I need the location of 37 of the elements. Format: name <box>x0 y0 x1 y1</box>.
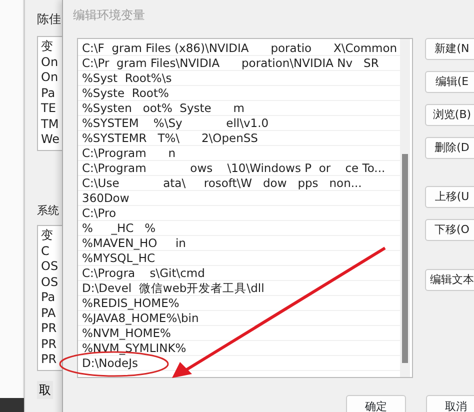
path-entry[interactable]: %MAVEN_HO in <box>78 236 400 251</box>
path-entry[interactable]: C:\F gram Files (x86)\NVIDIA poratio X\Common <box>78 41 400 56</box>
path-entry[interactable]: %SYSTEMR T%\ 2\OpenSS <box>78 131 400 146</box>
scrollbar[interactable] <box>400 39 410 377</box>
dialog-button[interactable]: 浏览(B) <box>425 104 474 126</box>
window-title: 陈佳 <box>37 11 61 28</box>
path-entry[interactable]: %MYSQL_HC <box>78 251 400 266</box>
path-entry[interactable]: C:\Program ows \10\Windows P or ce To... <box>78 161 400 176</box>
path-entry[interactable]: %NVM_SYMLINK% <box>78 341 400 356</box>
cancel-button[interactable]: 取 <box>37 380 53 398</box>
dialog-button[interactable]: 新建(N <box>425 38 474 60</box>
path-entry[interactable]: D:\Devel 微信web开发者工具\dll <box>78 281 400 296</box>
dialog-title: 编辑环境变量 <box>72 7 146 24</box>
path-entry[interactable]: %NVM_HOME% <box>78 326 400 341</box>
path-entry[interactable]: %JAVA8_HOME%\bin <box>78 311 400 326</box>
dialog-button[interactable]: 下移(O <box>425 219 474 241</box>
path-entry[interactable]: C:\Pr gram Files\NVIDIA poration\NVIDIA Nv SR <box>78 56 400 71</box>
dialog-button[interactable]: 编辑文本 <box>425 269 474 291</box>
path-entry[interactable]: %Systen oot% Syste m <box>78 101 400 116</box>
path-entry[interactable]: %REDIS_HOME% <box>78 296 400 311</box>
path-entry[interactable]: C:\Use ata\ rosoft\W dow pps non... <box>78 176 400 191</box>
dialog-button[interactable]: 删除(D <box>425 137 474 159</box>
path-entry[interactable]: %SYSTEM %\Sy ell\v1.0 <box>78 116 400 131</box>
path-entry[interactable]: %Syste Root% <box>78 86 400 101</box>
path-entry[interactable]: C:\Program n <box>78 146 400 161</box>
section-label: 系统 <box>37 202 60 218</box>
path-entry[interactable]: % _HC % <box>78 221 400 236</box>
path-entry[interactable]: C:\Pro <box>78 206 400 221</box>
dialog-button[interactable]: 确定 <box>346 395 406 412</box>
dialog-button[interactable]: 编辑(E <box>425 71 474 93</box>
scrollbar-thumb[interactable] <box>402 154 408 363</box>
path-entry[interactable]: C:\Progra s\Git\cmd <box>78 266 400 281</box>
path-entry[interactable]: %Syst Root%\s <box>78 71 400 86</box>
path-entry[interactable]: 360Dow <box>78 191 400 206</box>
dialog-button[interactable]: 取消 <box>426 395 474 412</box>
dialog-button[interactable]: 上移(U <box>425 186 474 208</box>
taskbar-edge <box>0 398 24 412</box>
